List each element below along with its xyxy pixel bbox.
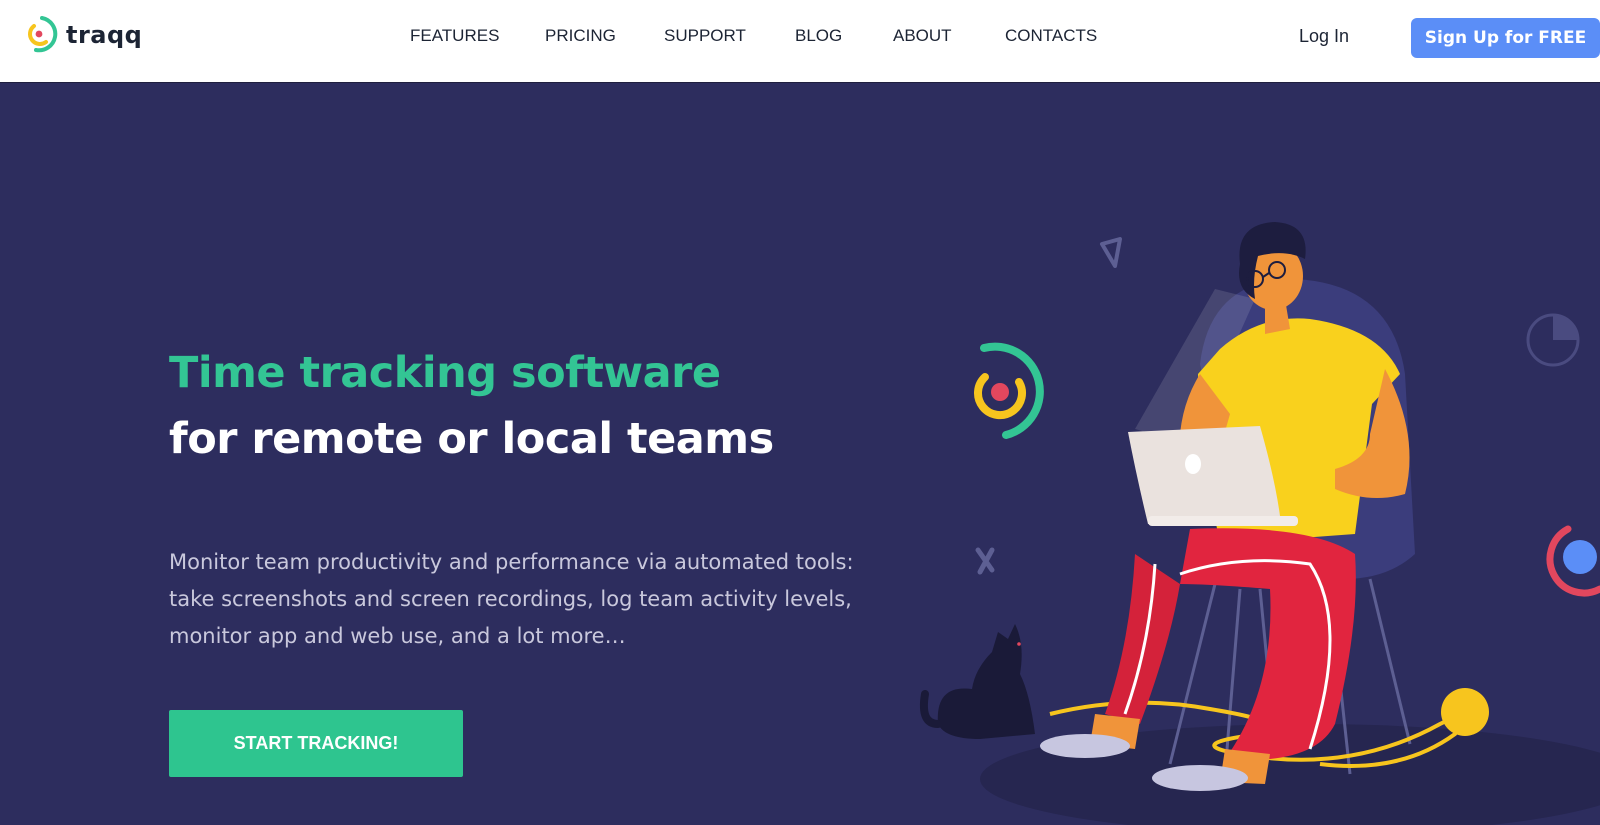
laptop-base [1148,516,1298,526]
headline-line-1: Time tracking software [169,348,721,398]
nav-support[interactable]: SUPPORT [664,26,746,46]
hero-section: Time tracking software for remote or loc… [0,84,1600,825]
nav-pricing[interactable]: PRICING [545,26,616,46]
brand-logo[interactable]: traqq [24,15,142,55]
ring-icon [1546,525,1600,597]
laptop-logo [1185,454,1201,474]
cat-illustration [919,624,1035,739]
login-link[interactable]: Log In [1299,26,1349,47]
laptop-screen [1128,426,1280,524]
pie-chart-icon [1526,313,1580,367]
site-header: traqq FEATURES PRICING SUPPORT BLOG ABOU… [0,0,1600,83]
yarn-ball [1441,688,1489,736]
signup-button[interactable]: Sign Up for FREE [1411,18,1600,58]
slipper-front [1152,765,1248,791]
hero-description: Monitor team productivity and performanc… [169,550,854,648]
slipper-back [1040,734,1130,758]
brand-name: traqq [66,21,143,49]
hero-illustration [919,222,1600,825]
traqq-logo-icon [28,16,58,53]
person-leg-back [1105,554,1180,724]
nav-features[interactable]: FEATURES [410,26,499,46]
start-tracking-button[interactable]: START TRACKING! [169,710,463,777]
nav-about[interactable]: ABOUT [893,26,952,46]
cross-icon [975,547,995,575]
headline-line-2: for remote or local teams [169,414,774,464]
nav-contacts[interactable]: CONTACTS [1005,26,1097,46]
nav-blog[interactable]: BLOG [795,26,842,46]
traqq-logo-large-icon [974,342,1044,439]
triangle-icon [1100,237,1122,268]
hero-headline: Time tracking software for remote or loc… [169,347,774,465]
